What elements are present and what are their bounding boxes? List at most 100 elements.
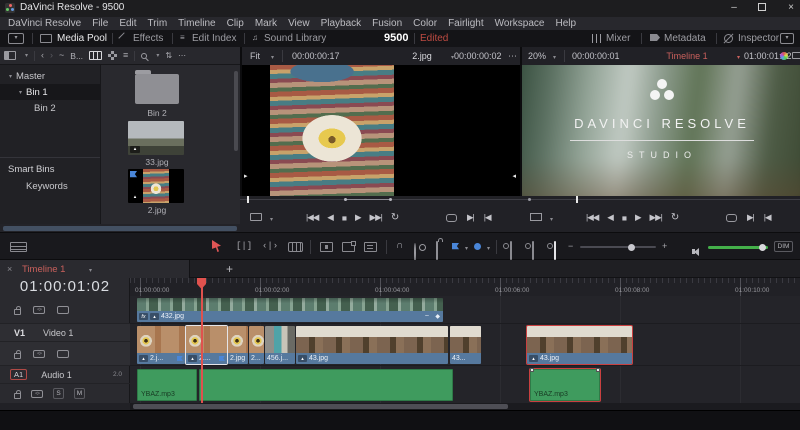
source-scrub-bar[interactable] bbox=[240, 196, 520, 203]
media-grid-vscrollbar[interactable] bbox=[234, 71, 238, 151]
goto-in-button[interactable]: ▶| bbox=[467, 212, 475, 223]
tab-dropdown-icon[interactable]: ▾ bbox=[89, 267, 92, 274]
chevron-down-icon[interactable]: ▾ bbox=[553, 54, 556, 61]
list-view-icon[interactable]: ≡ bbox=[123, 51, 128, 60]
lock-track-icon[interactable] bbox=[14, 349, 21, 359]
track-v1-title[interactable]: V1 Video 1 bbox=[0, 324, 130, 342]
search-icon[interactable] bbox=[141, 52, 148, 59]
edit-index-button[interactable]: Edit Index bbox=[192, 33, 236, 44]
menu-mark[interactable]: Mark bbox=[255, 18, 277, 29]
smart-bins-section[interactable]: Smart Bins bbox=[0, 161, 54, 177]
grid-view-icon[interactable] bbox=[108, 51, 118, 60]
clip-43jpg-short[interactable]: 43... bbox=[450, 326, 481, 364]
bin-sidebar-toggle-icon[interactable] bbox=[4, 51, 16, 60]
close-button[interactable]: × bbox=[779, 2, 800, 13]
dual-monitor-icon[interactable] bbox=[792, 52, 800, 59]
chevron-down-icon[interactable]: ▾ bbox=[550, 216, 553, 223]
metadata-button[interactable]: Metadata bbox=[664, 33, 706, 44]
match-frame-icon[interactable] bbox=[726, 213, 737, 222]
loop-button[interactable]: ↻ bbox=[391, 212, 399, 223]
mixer-button[interactable]: Mixer bbox=[606, 33, 630, 44]
auto-select-icon[interactable]: <> bbox=[33, 349, 45, 358]
keywords-item[interactable]: Keywords bbox=[0, 178, 68, 194]
menu-clip[interactable]: Clip bbox=[227, 18, 244, 29]
match-frame-icon[interactable] bbox=[446, 213, 457, 222]
folder-icon-bin2[interactable] bbox=[135, 70, 179, 104]
razor-tool-icon[interactable] bbox=[288, 242, 303, 252]
chevron-down-icon[interactable]: ▾ bbox=[271, 54, 274, 61]
audio-clip-ybaz-1[interactable]: YBAZ.mp3 bbox=[137, 369, 197, 401]
flag-icon[interactable] bbox=[452, 243, 459, 250]
audio-clip-ybaz-selected[interactable]: YBAZ.mp3 bbox=[529, 368, 601, 402]
menu-davinci-resolve[interactable]: DaVinci Resolve bbox=[8, 18, 81, 29]
volume-slider[interactable] bbox=[708, 244, 768, 251]
clip-2jpg-1[interactable]: ▴ 2.j... bbox=[137, 326, 185, 364]
loop-button[interactable]: ↻ bbox=[671, 212, 679, 223]
lock-track-icon[interactable] bbox=[14, 389, 21, 399]
lock-track-icon[interactable] bbox=[14, 305, 21, 315]
flag-dropdown-icon[interactable]: ▾ bbox=[465, 245, 468, 252]
add-timeline-tab-button[interactable]: + bbox=[226, 262, 233, 276]
interface-toggle-button[interactable]: ▾ bbox=[8, 33, 24, 44]
bin-tree-bin2[interactable]: Bin 2 bbox=[0, 100, 100, 116]
zoom-slider[interactable] bbox=[580, 243, 656, 251]
clip-2jpg-2-selected[interactable]: ▴ 2.... bbox=[185, 325, 228, 365]
detail-zoom-icon[interactable] bbox=[532, 241, 534, 260]
menu-edit[interactable]: Edit bbox=[119, 18, 136, 29]
bin-tree-master[interactable]: ▾ Master bbox=[0, 68, 100, 84]
menu-file[interactable]: File bbox=[92, 18, 108, 29]
replace-clip-icon[interactable] bbox=[364, 242, 377, 252]
clip-2jpg-4[interactable]: 2... bbox=[249, 326, 264, 364]
zoom-in-icon[interactable]: + bbox=[662, 242, 667, 251]
clip-43jpg-selected[interactable]: ▴ 43.jpg bbox=[526, 325, 633, 365]
forward-icon[interactable]: › bbox=[50, 51, 53, 60]
maximize-button[interactable] bbox=[750, 3, 774, 14]
menu-trim[interactable]: Trim bbox=[148, 18, 168, 29]
thumbnail-view-icon[interactable] bbox=[89, 51, 103, 60]
tab-close-icon[interactable]: × bbox=[7, 264, 12, 274]
menu-color[interactable]: Color bbox=[413, 18, 437, 29]
color-viewer-icon[interactable] bbox=[780, 52, 788, 60]
timeline-ruler[interactable]: 01:00:00:00 01:00:02:00 01:00:04:00 01:0… bbox=[130, 278, 800, 296]
source-options-icon[interactable]: ⋯ bbox=[508, 52, 517, 61]
timeline-scrub-bar[interactable] bbox=[520, 196, 800, 203]
last-frame-button[interactable]: ▶▶| bbox=[650, 212, 663, 223]
snapping-magnet-icon[interactable]: ∩ bbox=[396, 241, 403, 251]
bin-view-dropdown-icon[interactable]: ▾ bbox=[25, 52, 28, 59]
marker-icon[interactable] bbox=[474, 243, 481, 250]
last-frame-button[interactable]: ▶▶| bbox=[370, 212, 383, 223]
playhead-line[interactable] bbox=[201, 286, 203, 403]
clip-2jpg-3[interactable]: 2.jpg bbox=[228, 326, 248, 364]
chevron-down-icon[interactable]: ▾ bbox=[737, 54, 740, 61]
import-icon[interactable]: ~ bbox=[59, 51, 64, 60]
media-pool-hscrollbar[interactable] bbox=[0, 224, 240, 232]
play-reverse-button[interactable]: ◀ bbox=[607, 212, 613, 223]
fit-dropdown[interactable]: Fit bbox=[250, 51, 260, 61]
timeline-hscrollbar[interactable] bbox=[130, 403, 800, 410]
auto-select-icon[interactable]: <> bbox=[33, 305, 45, 314]
clip-432jpg[interactable]: fx ▴ 432.jpg ~ ◆ bbox=[137, 298, 443, 322]
stop-button[interactable]: ■ bbox=[622, 213, 627, 223]
overwrite-clip-icon[interactable] bbox=[342, 241, 356, 252]
bin-tree-bin1-selected[interactable]: ▾ Bin 1 bbox=[0, 84, 100, 100]
stop-button[interactable]: ■ bbox=[342, 213, 347, 223]
goto-out-button[interactable]: |◀ bbox=[764, 212, 772, 223]
dynamic-trim-mode-icon[interactable]: ‹|› bbox=[262, 242, 278, 251]
selection-tool-icon[interactable] bbox=[212, 240, 221, 252]
minimize-button[interactable]: – bbox=[722, 2, 746, 13]
clip-456jpg[interactable]: 456.j... bbox=[265, 326, 295, 364]
enable-track-icon[interactable] bbox=[57, 305, 69, 314]
media-pool-button[interactable]: Media Pool bbox=[57, 33, 107, 44]
media-thumbnail-2jpg[interactable]: ▴ bbox=[128, 169, 184, 203]
marker-dropdown-icon[interactable]: ▾ bbox=[487, 245, 490, 252]
solo-button[interactable]: S bbox=[53, 388, 64, 399]
panel-layout-button[interactable]: ▾ bbox=[780, 33, 794, 44]
back-icon[interactable]: ‹ bbox=[41, 51, 44, 60]
track-a1-title[interactable]: A1 Audio 1 2.0 bbox=[0, 366, 130, 384]
enable-track-icon[interactable] bbox=[57, 349, 69, 358]
curve-icon[interactable]: ~ bbox=[425, 313, 429, 320]
position-lock-icon[interactable] bbox=[436, 241, 438, 260]
menu-fairlight[interactable]: Fairlight bbox=[448, 18, 484, 29]
source-playhead[interactable] bbox=[247, 196, 249, 203]
menu-workspace[interactable]: Workspace bbox=[495, 18, 545, 29]
